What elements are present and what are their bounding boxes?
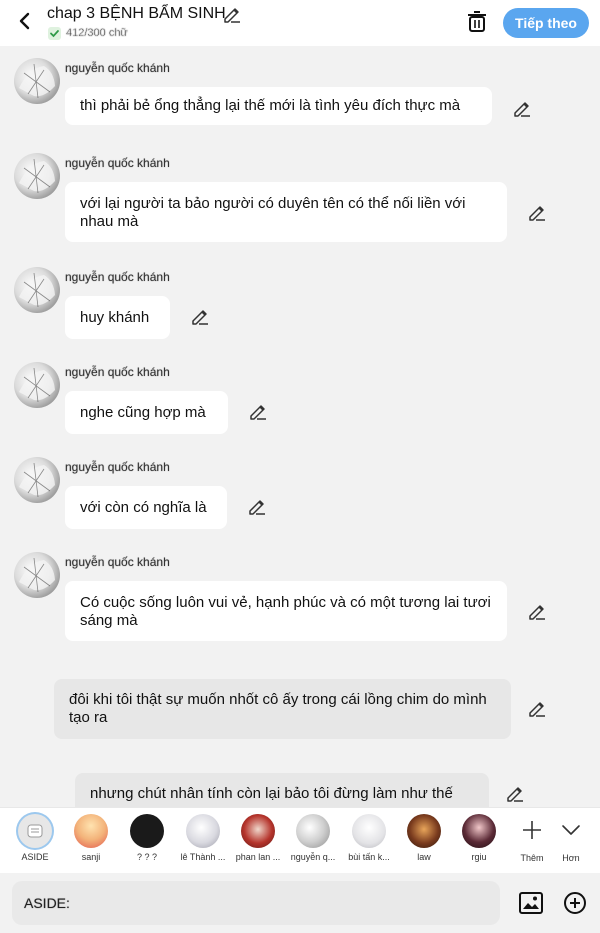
aside-avatar-icon: [18, 814, 52, 848]
message-bubble[interactable]: Có cuộc sống luôn vui vẻ, hạnh phúc và c…: [65, 581, 507, 641]
edit-title-icon[interactable]: [222, 4, 242, 24]
edit-icon[interactable]: [512, 98, 532, 118]
character-bar: ASIDE sanji ? ? ? lê Thành ... phan lan …: [0, 807, 600, 873]
plus-icon: [523, 821, 541, 839]
character-item[interactable]: law: [397, 814, 451, 862]
avatar: [74, 814, 108, 848]
composer: ASIDE:: [0, 873, 600, 933]
avatar: [130, 814, 164, 848]
more-label: Thêm: [520, 853, 544, 863]
avatar: [407, 814, 441, 848]
character-item[interactable]: bùi tấn k...: [342, 814, 396, 862]
sender-name: nguyễn quốc khánh: [65, 460, 170, 474]
avatar[interactable]: [14, 552, 60, 598]
character-name: sanji: [81, 852, 101, 862]
character-aside[interactable]: ASIDE: [8, 814, 62, 862]
character-item[interactable]: rgiu: [452, 814, 506, 862]
aside-message-bubble[interactable]: nhưng chút nhân tính còn lại bảo tôi đừn…: [75, 773, 489, 807]
sender-name: nguyễn quốc khánh: [65, 555, 170, 569]
trash-icon[interactable]: [466, 10, 488, 34]
avatar: [241, 814, 275, 848]
character-item[interactable]: sanji: [64, 814, 118, 862]
character-name: phan lan ...: [235, 852, 281, 862]
input-value[interactable]: ASIDE:: [24, 895, 70, 911]
avatar[interactable]: [14, 457, 60, 503]
image-icon[interactable]: [518, 890, 544, 916]
sender-name: nguyễn quốc khánh: [65, 365, 170, 379]
character-item[interactable]: lê Thành ...: [176, 814, 230, 862]
avatar[interactable]: [14, 58, 60, 104]
add-circle-icon[interactable]: [562, 890, 588, 916]
top-bar: chap 3 BỆNH BẨM SINH 412/300 chữ Tiếp th…: [0, 0, 600, 46]
edit-icon[interactable]: [248, 401, 268, 421]
expand-label: Hơn: [562, 853, 580, 863]
next-button[interactable]: Tiếp theo: [503, 8, 589, 38]
character-name: rgiu: [471, 852, 487, 862]
character-name: bùi tấn k...: [348, 852, 390, 862]
avatar: [462, 814, 496, 848]
sender-name: nguyễn quốc khánh: [65, 61, 170, 75]
message-input[interactable]: ASIDE:: [12, 881, 500, 925]
chevron-down-icon: [562, 825, 580, 835]
message-bubble[interactable]: với còn có nghĩa là: [65, 486, 227, 529]
edit-icon[interactable]: [247, 496, 267, 516]
message-bubble[interactable]: huy khánh: [65, 296, 170, 339]
character-item[interactable]: nguyễn q...: [286, 814, 340, 862]
sender-name: nguyễn quốc khánh: [65, 270, 170, 284]
word-count: 412/300 chữ: [66, 27, 128, 39]
message-bubble[interactable]: với lại người ta bảo người có duyên tên …: [65, 182, 507, 242]
avatar: [186, 814, 220, 848]
character-name: ASIDE: [21, 852, 49, 862]
character-name: law: [417, 852, 431, 862]
edit-icon[interactable]: [527, 601, 547, 621]
edit-icon[interactable]: [527, 202, 547, 222]
expand-button[interactable]: Hơn: [549, 818, 593, 863]
avatar[interactable]: [14, 153, 60, 199]
avatar: [352, 814, 386, 848]
edit-icon[interactable]: [527, 698, 547, 718]
avatar[interactable]: [14, 267, 60, 313]
character-name: ? ? ?: [136, 852, 158, 862]
message-bubble[interactable]: nghe cũng hợp mà: [65, 391, 228, 434]
message-bubble[interactable]: thì phải bẻ ổng thẳng lại thế mới là tìn…: [65, 87, 492, 125]
edit-icon[interactable]: [505, 783, 525, 803]
character-item[interactable]: ? ? ?: [120, 814, 174, 862]
more-button[interactable]: Thêm: [510, 818, 554, 863]
check-icon: [48, 27, 61, 40]
character-item[interactable]: phan lan ...: [231, 814, 285, 862]
character-name: nguyễn q...: [290, 852, 336, 862]
aside-message-bubble[interactable]: đôi khi tôi thật sự muốn nhốt cô ấy tron…: [54, 679, 511, 739]
back-arrow-icon[interactable]: [14, 10, 36, 32]
edit-icon[interactable]: [190, 306, 210, 326]
avatar: [296, 814, 330, 848]
chapter-title[interactable]: chap 3 BỆNH BẨM SINH: [47, 5, 226, 23]
avatar[interactable]: [14, 362, 60, 408]
character-name: lê Thành ...: [180, 852, 226, 862]
sender-name: nguyễn quốc khánh: [65, 156, 170, 170]
